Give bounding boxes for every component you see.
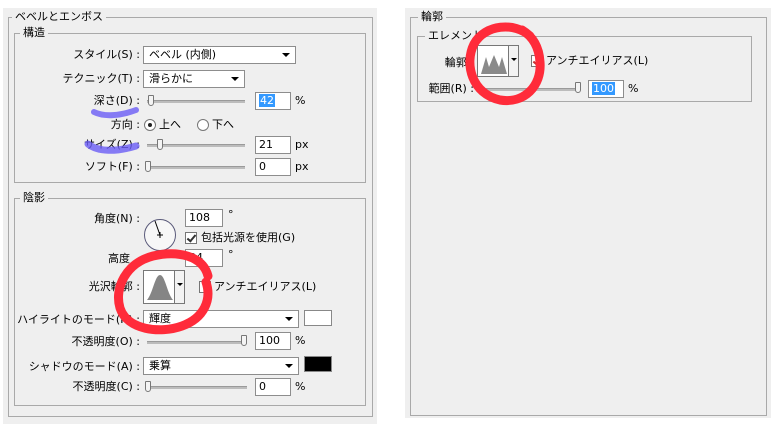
- structure-title: 構造: [20, 27, 48, 39]
- altitude-input[interactable]: 34: [185, 249, 223, 267]
- direction-down-label: 下へ: [212, 118, 234, 131]
- style-select[interactable]: ベベル (内側): [143, 46, 296, 64]
- shadow-mode-label: シャドウのモード(A) :: [28, 360, 140, 373]
- style-label: スタイル(S) :: [73, 48, 140, 61]
- highlight-opacity-track[interactable]: [147, 341, 247, 344]
- soften-input[interactable]: 0: [255, 158, 291, 176]
- angle-input[interactable]: 108: [185, 209, 223, 227]
- gloss-antialias-checkbox[interactable]: [199, 281, 211, 293]
- global-light-checkbox[interactable]: [185, 232, 197, 244]
- elements-title: エレメント: [425, 30, 486, 42]
- shadow-opacity-thumb[interactable]: [145, 381, 151, 392]
- highlight-opacity-thumb[interactable]: [241, 335, 247, 346]
- contour-dropdown-button[interactable]: [508, 46, 518, 76]
- range-slider-thumb[interactable]: [575, 82, 581, 93]
- chevron-down-icon: [511, 58, 517, 61]
- shadow-mode-select[interactable]: 乗算: [143, 357, 299, 375]
- depth-slider-thumb[interactable]: [148, 95, 154, 106]
- contour-picker[interactable]: [477, 45, 519, 77]
- global-light-label: 包括光源を使用(G): [201, 231, 296, 244]
- range-label: 範囲(R) :: [428, 82, 474, 95]
- chevron-down-icon: [285, 317, 293, 321]
- depth-slider-track[interactable]: [147, 100, 245, 103]
- contour-dropdown-button[interactable]: [174, 271, 184, 303]
- shadow-mode-value: 乗算: [149, 359, 171, 372]
- style-select-value: ベベル (内側): [149, 48, 217, 61]
- chevron-down-icon: [231, 77, 239, 81]
- size-slider-thumb[interactable]: [157, 139, 163, 150]
- highlight-opacity-unit: %: [295, 334, 306, 347]
- gloss-contour-label: 光沢輪郭 :: [88, 280, 140, 293]
- shadow-opacity-track[interactable]: [147, 386, 247, 389]
- technique-select-value: 滑らかに: [149, 72, 193, 85]
- shadow-opacity-input[interactable]: 0: [255, 378, 291, 396]
- chevron-down-icon: [177, 283, 183, 286]
- shadow-color-swatch[interactable]: [304, 356, 332, 372]
- range-slider-track[interactable]: [480, 88, 580, 91]
- contour-preview-icon: [147, 275, 173, 300]
- soften-slider-track[interactable]: [147, 166, 245, 169]
- altitude-unit: °: [228, 248, 234, 261]
- direction-label: 方向 :: [110, 118, 140, 131]
- shadow-opacity-unit: %: [295, 380, 306, 393]
- altitude-label: 高度: [108, 252, 130, 265]
- highlight-opacity-label: 不透明度(O) :: [71, 335, 140, 348]
- contour-label: 輪郭 :: [444, 56, 474, 69]
- range-unit: %: [628, 82, 639, 95]
- highlight-opacity-input[interactable]: 100: [255, 332, 291, 350]
- size-label: サイズ(Z) :: [84, 138, 140, 151]
- chevron-down-icon: [285, 364, 293, 368]
- gloss-contour-picker[interactable]: [143, 270, 185, 304]
- soften-label: ソフト(F) :: [84, 160, 140, 173]
- contour-antialias-label: アンチエイリアス(L): [546, 54, 649, 67]
- highlight-mode-label: ハイライトのモード(H) :: [17, 313, 140, 326]
- size-unit: px: [295, 138, 309, 151]
- contour-group-title: 輪郭: [418, 11, 446, 23]
- angle-dial[interactable]: [143, 218, 177, 252]
- shading-title: 陰影: [20, 192, 48, 204]
- depth-label: 深さ(D) :: [93, 94, 140, 107]
- chevron-down-icon: [282, 53, 290, 57]
- direction-up-label: 上へ: [159, 118, 181, 131]
- technique-select[interactable]: 滑らかに: [143, 70, 245, 88]
- contour-antialias-checkbox[interactable]: [531, 55, 543, 67]
- technique-label: テクニック(T) :: [62, 72, 140, 85]
- highlight-mode-select[interactable]: 輝度: [143, 310, 299, 328]
- soften-slider-thumb[interactable]: [145, 161, 151, 172]
- soften-unit: px: [295, 160, 309, 173]
- angle-label: 角度(N) :: [93, 212, 140, 225]
- direction-up-radio[interactable]: [144, 119, 156, 131]
- gloss-antialias-label: アンチエイリアス(L): [214, 280, 317, 293]
- highlight-mode-value: 輝度: [149, 312, 171, 325]
- size-input[interactable]: 21: [255, 136, 291, 154]
- range-input[interactable]: 100: [588, 80, 624, 98]
- highlight-color-swatch[interactable]: [304, 310, 332, 326]
- depth-unit: %: [295, 94, 306, 107]
- direction-down-radio[interactable]: [197, 119, 209, 131]
- shadow-opacity-label: 不透明度(C) :: [72, 380, 140, 393]
- depth-input[interactable]: 42: [255, 92, 291, 110]
- angle-unit: °: [228, 208, 234, 221]
- contour-preview-icon: [481, 55, 507, 74]
- bevel-emboss-title: ベベルとエンボス: [12, 11, 106, 23]
